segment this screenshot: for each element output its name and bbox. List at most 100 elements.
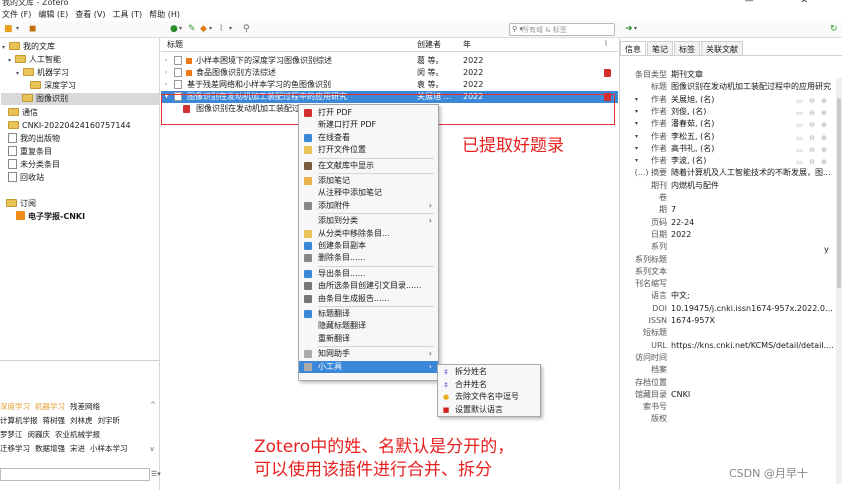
tree-item-other[interactable]: 通信	[8, 107, 38, 119]
context-menu-item[interactable]: 从注释中添加笔记	[299, 187, 438, 199]
field-value[interactable]: 2022	[671, 229, 837, 241]
menu-item[interactable]: 编辑 (E)	[38, 9, 68, 21]
author-controls-icon[interactable]: ▭ ⊖ ⊕	[796, 119, 829, 131]
author-controls-icon[interactable]: ▭ ⊖ ⊕	[796, 107, 829, 119]
context-menu-item[interactable]: 删除条目......	[299, 252, 438, 264]
tag-scroll-up-icon[interactable]: ^	[150, 401, 156, 409]
context-menu-item[interactable]: 添加到分类 ›	[299, 215, 438, 227]
tag[interactable]: 迁移学习	[0, 444, 30, 453]
tab-1[interactable]: 笔记	[647, 41, 673, 55]
creator-type-dropdown-icon[interactable]: ▾	[635, 143, 638, 155]
column-creator[interactable]: 创建者	[417, 39, 441, 50]
attachment-icon[interactable]: ⌇	[219, 24, 223, 34]
new-feed-icon[interactable]: ◼	[29, 24, 36, 34]
context-menu-item[interactable]: 重新翻译	[299, 333, 438, 345]
field-value[interactable]: 内燃机与配件	[671, 180, 837, 192]
tag[interactable]: 深度学习	[0, 402, 30, 411]
new-item-icon[interactable]: ●	[170, 24, 178, 34]
tree-item-ml[interactable]: ▾ 机器学习	[16, 67, 69, 79]
submenu-item[interactable]: ‡ 拆分姓名	[438, 366, 540, 378]
field-value[interactable]: 期刊文章	[671, 69, 837, 81]
sync-icon[interactable]: ↻	[830, 24, 838, 34]
tag-menu-icon[interactable]: ☰▾	[151, 470, 161, 478]
submenu-item[interactable]: ■ 设置默认语言	[438, 404, 540, 416]
context-menu-item[interactable]: 创建条目副本	[299, 240, 438, 252]
scrollbar-thumb[interactable]	[837, 98, 841, 288]
field-value[interactable]: CNKI	[671, 389, 837, 401]
field-value[interactable]: 刘俊, (名)	[671, 106, 771, 118]
note-dropdown-icon[interactable]: ▾	[209, 24, 212, 34]
author-controls-icon[interactable]: ▭ ⊖ ⊕	[796, 132, 829, 144]
context-menu-item[interactable]: 由条目生成报告......	[299, 293, 438, 305]
tree-item-ai[interactable]: ▾ 人工智能	[8, 54, 61, 66]
tag[interactable]: 宋进	[70, 444, 85, 453]
tab-3[interactable]: 关联文献	[701, 41, 743, 55]
submenu-item[interactable]: ‡ 合并姓名	[438, 379, 540, 391]
field-value[interactable]: 中文;	[671, 290, 837, 302]
context-menu-item[interactable]: 标题翻译	[299, 308, 438, 320]
tag[interactable]: 闵巍庆	[28, 430, 51, 439]
context-menu-item[interactable]: 从分类中移除条目...	[299, 228, 438, 240]
table-row[interactable]: › 基于残差网络和小样本学习的鱼图像识别 袁 等。 2022	[161, 79, 618, 91]
field-value[interactable]: 7	[671, 204, 837, 216]
creator-type-dropdown-icon[interactable]: ▾	[635, 118, 638, 130]
expand-icon[interactable]: ›	[165, 67, 167, 79]
tree-item-other[interactable]: 未分类条目	[8, 159, 60, 171]
tag-filter-input[interactable]	[0, 468, 150, 481]
tree-item-image-recognition[interactable]: 图像识别	[1, 93, 159, 105]
context-menu-item[interactable]: 在文献库中显示	[299, 160, 438, 172]
window-controls[interactable]: — ✕	[745, 0, 830, 6]
add-by-identifier-icon[interactable]: ✎	[188, 24, 196, 34]
column-title[interactable]: 标题	[167, 39, 183, 50]
field-value[interactable]: 22-24	[671, 217, 837, 229]
search-field[interactable]: ⚲ ▾ 所有域 & 标签	[509, 23, 615, 36]
context-menu-item[interactable]: 由所选条目创建引文目录......	[299, 280, 438, 292]
column-year[interactable]: 年	[463, 39, 471, 50]
tag[interactable]: 机器学习	[35, 402, 65, 411]
tree-item-other[interactable]: CNKI-20220424160757144	[8, 120, 131, 132]
tree-item-dl[interactable]: 深度学习	[30, 80, 76, 92]
field-value[interactable]: 1674-957X	[671, 315, 837, 327]
field-value[interactable]: 10.19475/j.cnki.issn1674-957x.2022.07.0.…	[671, 303, 837, 315]
locate-icon[interactable]: ➜	[625, 24, 633, 34]
tree-item-other[interactable]: 回收站	[8, 172, 44, 184]
creator-type-dropdown-icon[interactable]: ▾	[635, 94, 638, 106]
tag[interactable]: 数据增强	[35, 444, 65, 453]
table-row[interactable]: › 食品图像识别方法综述 闵 等。 2022	[161, 67, 618, 79]
submenu-item[interactable]: ● 去除文件名中逗号	[438, 391, 540, 403]
advanced-search-icon[interactable]: ⚲	[243, 24, 250, 34]
tag[interactable]: 刘宇昕	[98, 416, 121, 425]
new-item-dropdown-icon[interactable]: ▾	[179, 24, 182, 34]
tag[interactable]: 残差网络	[70, 402, 100, 411]
field-value[interactable]: https://kns.cnki.net/KCMS/detail/detail.…	[671, 340, 837, 352]
menu-item[interactable]: 帮助 (H)	[149, 9, 180, 21]
pdf-icon[interactable]	[604, 69, 611, 77]
context-menu-item[interactable]: 添加附件 ›	[299, 200, 438, 212]
expand-icon[interactable]: ›	[165, 55, 167, 67]
tab-2[interactable]: 标签	[674, 41, 700, 55]
field-value[interactable]: 高书礼, (名)	[671, 143, 771, 155]
tag[interactable]: 蒋树强	[43, 416, 66, 425]
context-menu-item[interactable]: 添加笔记	[299, 175, 438, 187]
tree-item-other[interactable]: 重复条目	[8, 146, 52, 158]
context-menu-item[interactable]: 新建口打开 PDF	[299, 119, 438, 131]
attachment-dropdown-icon[interactable]: ▾	[229, 24, 232, 34]
menu-item[interactable]: 文件 (F)	[2, 9, 31, 21]
table-row[interactable]: › 小样本困境下的深度学习图像识别综述 葛 等。 2022	[161, 55, 618, 67]
tag[interactable]: 刘林虎	[70, 416, 93, 425]
field-value[interactable]: 图像识别在发动机加工装配过程中的应用研究	[671, 81, 837, 93]
dropdown-icon[interactable]: ▾	[16, 24, 19, 34]
tree-item-feed[interactable]: 电子学报-CNKI	[16, 211, 85, 223]
tag[interactable]: 农业机械学报	[55, 430, 100, 439]
menu-item[interactable]: 工具 (T)	[113, 9, 143, 21]
new-collection-icon[interactable]: ■	[4, 24, 13, 34]
field-value[interactable]: 潘春茹, (名)	[671, 118, 771, 130]
creator-type-dropdown-icon[interactable]: ▾	[635, 106, 638, 118]
context-menu-item[interactable]: 小工具 ›	[299, 360, 438, 373]
field-value[interactable]: 随着计算机及人工智能技术的不断发展，图...	[671, 167, 837, 179]
field-value[interactable]: 关展旭, (名)	[671, 94, 771, 106]
info-scrollbar[interactable]	[836, 78, 842, 484]
expand-icon[interactable]: ›	[165, 79, 167, 91]
menu-item[interactable]: 查看 (V)	[75, 9, 105, 21]
new-note-icon[interactable]: ◆	[200, 24, 207, 34]
